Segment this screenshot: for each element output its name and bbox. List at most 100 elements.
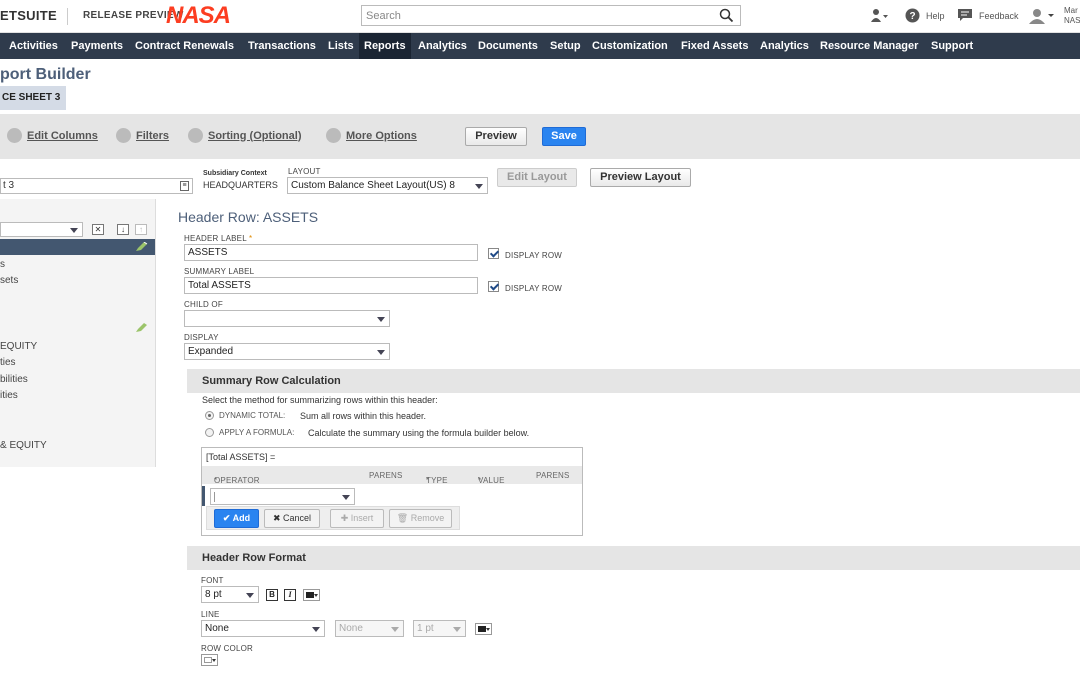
nav-lists[interactable]: Lists	[323, 33, 359, 59]
dynamic-total-radio[interactable]	[205, 411, 214, 420]
edit-pencil-icon[interactable]	[136, 242, 148, 251]
help-icon[interactable]: ?	[905, 8, 920, 23]
line-select[interactable]: None	[201, 620, 325, 637]
report-name-badge: CE SHEET 3	[0, 86, 66, 110]
insert-button[interactable]: ✚ Insert	[330, 509, 384, 528]
tree-filter-select[interactable]	[0, 222, 83, 237]
filters-step[interactable]: Filters	[116, 128, 169, 143]
nav-analytics-2[interactable]: Analytics	[755, 33, 814, 59]
edit-layout-button[interactable]: Edit Layout	[497, 168, 577, 187]
display-row-label-2: DISPLAY ROW	[505, 284, 563, 293]
tree-item[interactable]: EQUITY	[0, 341, 37, 352]
global-search[interactable]	[361, 5, 741, 26]
move-down-icon[interactable]: ↓	[117, 224, 129, 235]
nav-support[interactable]: Support	[926, 33, 978, 59]
tree-item[interactable]: s	[0, 259, 5, 270]
line-label: LINE	[201, 610, 220, 619]
user-menu[interactable]: Mar NAS	[1064, 6, 1080, 26]
dynamic-total-desc: Sum all rows within this header.	[300, 411, 427, 421]
user-avatar-icon[interactable]	[1028, 8, 1056, 24]
edit-columns-link[interactable]: Edit Columns	[27, 130, 98, 142]
add-label: Add	[232, 513, 251, 523]
display-row-checkbox-1[interactable]	[488, 248, 499, 259]
layout-tree-panel: ✕ ↓ ↑ s sets EQUITY ties bilities ities …	[0, 199, 156, 467]
role-switch-icon[interactable]	[870, 8, 890, 24]
search-icon[interactable]	[719, 8, 734, 23]
required-marker: *	[214, 476, 218, 485]
nav-resource-manager[interactable]: Resource Manager	[815, 33, 923, 59]
line-color-picker[interactable]	[475, 623, 492, 635]
tree-row-selected[interactable]	[0, 239, 155, 255]
save-button[interactable]: Save	[542, 127, 586, 146]
nav-contract-renewals[interactable]: Contract Renewals	[130, 33, 239, 59]
formula-text: [Total ASSETS] =	[206, 452, 276, 462]
help-link[interactable]: Help	[926, 11, 945, 21]
nav-transactions[interactable]: Transactions	[243, 33, 321, 59]
nav-analytics[interactable]: Analytics	[413, 33, 472, 59]
feedback-link[interactable]: Feedback	[979, 11, 1019, 21]
line-style-value: None	[339, 623, 363, 634]
edit-pencil-icon[interactable]	[136, 323, 148, 332]
operator-select[interactable]	[210, 488, 355, 505]
preview-layout-button[interactable]: Preview Layout	[590, 168, 691, 187]
netsuite-logo[interactable]: ETSUITE	[0, 8, 57, 23]
field-help-icon[interactable]: ≡	[180, 181, 189, 191]
nav-payments[interactable]: Payments	[66, 33, 128, 59]
move-up-icon[interactable]: ↑	[135, 224, 147, 235]
cancel-button[interactable]: ✖ Cancel	[264, 509, 320, 528]
font-color-picker[interactable]	[303, 589, 320, 601]
color-swatch	[204, 657, 212, 663]
display-row-checkbox-2[interactable]	[488, 281, 499, 292]
child-of-label: CHILD OF	[184, 300, 223, 309]
nav-reports[interactable]: Reports	[359, 33, 411, 59]
sorting-step[interactable]: Sorting (Optional)	[188, 128, 301, 143]
tree-item[interactable]: & EQUITY	[0, 440, 47, 451]
main-nav: Activities Payments Contract Renewals Tr…	[0, 33, 1080, 59]
font-size-select[interactable]: 8 pt	[201, 586, 259, 603]
line-style-select[interactable]: None	[335, 620, 404, 637]
apply-formula-radio[interactable]	[205, 428, 214, 437]
nav-documents[interactable]: Documents	[473, 33, 543, 59]
nav-setup[interactable]: Setup	[545, 33, 586, 59]
summary-calc-title: Summary Row Calculation	[202, 375, 341, 387]
report-name-field[interactable]: t 3 ≡	[0, 178, 193, 194]
header-label-input[interactable]: ASSETS	[184, 244, 478, 261]
header-format-title: Header Row Format	[202, 552, 306, 564]
filters-link[interactable]: Filters	[136, 130, 169, 142]
edit-columns-step[interactable]: Edit Columns	[7, 128, 98, 143]
bold-button[interactable]: B	[266, 589, 278, 601]
more-options-step[interactable]: More Options	[326, 128, 417, 143]
nav-customization[interactable]: Customization	[587, 33, 673, 59]
chevron-down-icon	[314, 594, 318, 597]
summary-label-input[interactable]: Total ASSETS	[184, 277, 478, 294]
display-label: DISPLAY	[184, 333, 219, 342]
search-input[interactable]	[362, 6, 712, 25]
row-color-picker[interactable]	[201, 654, 218, 666]
italic-button[interactable]: I	[284, 589, 296, 601]
layout-select[interactable]: Custom Balance Sheet Layout(US) 8	[287, 177, 488, 194]
svg-text:?: ?	[909, 11, 915, 22]
chevron-down-icon	[246, 593, 254, 598]
display-select[interactable]: Expanded	[184, 343, 390, 360]
logo-divider	[67, 8, 68, 25]
more-options-link[interactable]: More Options	[346, 130, 417, 142]
font-size-value: 8 pt	[205, 589, 222, 600]
chevron-down-icon	[70, 228, 78, 233]
remove-button[interactable]: 🗑 Remove	[389, 509, 452, 528]
line-width-select[interactable]: 1 pt	[413, 620, 466, 637]
display-select-value: Expanded	[188, 346, 234, 357]
report-name-value: t 3	[3, 180, 15, 191]
remove-label: Remove	[410, 513, 445, 523]
sorting-link[interactable]: Sorting (Optional)	[208, 130, 301, 142]
preview-button[interactable]: Preview	[465, 127, 527, 146]
delete-row-icon[interactable]: ✕	[92, 224, 104, 235]
add-button[interactable]: ✔ Add	[214, 509, 259, 528]
tree-item[interactable]: sets	[0, 275, 18, 286]
tree-item[interactable]: ties	[0, 357, 16, 368]
child-of-select[interactable]	[184, 310, 390, 327]
nav-fixed-assets[interactable]: Fixed Assets	[676, 33, 753, 59]
tree-item[interactable]: ities	[0, 390, 18, 401]
tree-item[interactable]: bilities	[0, 374, 28, 385]
feedback-icon[interactable]	[957, 8, 973, 23]
nav-activities[interactable]: Activities	[4, 33, 63, 59]
